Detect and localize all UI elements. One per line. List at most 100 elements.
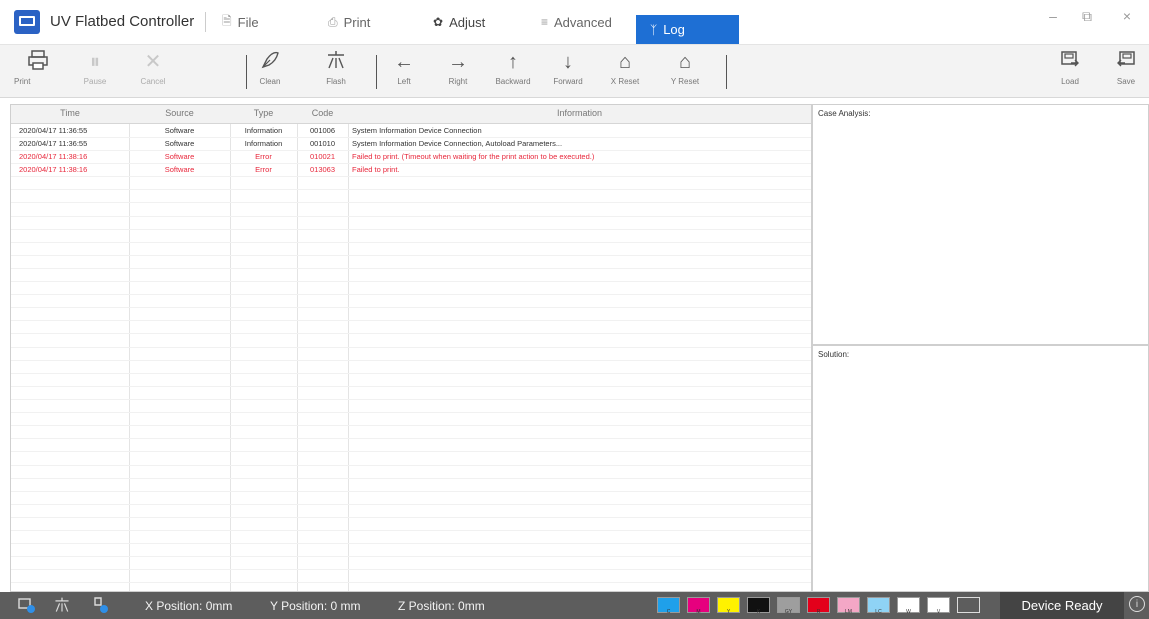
menu-adjust-label: Adjust <box>449 14 486 30</box>
cell-information: System Information Device Connection, Au… <box>352 139 563 148</box>
ink-swatch[interactable]: M <box>687 597 710 615</box>
log-icon: ᛉ <box>650 22 658 37</box>
home-x-icon: ⌂ <box>618 51 632 73</box>
print-button[interactable]: Print <box>14 49 60 95</box>
device-connected-icon[interactable] <box>18 596 36 618</box>
z-position-readout: Z Position: 0mm <box>398 599 485 613</box>
y-reset-button[interactable]: ⌂ Y Reset <box>663 49 707 95</box>
row-grid-line <box>11 438 811 439</box>
right-button[interactable]: → Right <box>436 49 480 95</box>
cell-time: 2020/04/17 11:38:16 <box>19 165 88 174</box>
status-bar: X Position: 0mm Y Position: 0 mm Z Posit… <box>0 592 1149 619</box>
cell-information: System Information Device Connection <box>352 126 482 135</box>
arrow-right-icon: → <box>448 51 468 73</box>
ink-swatch[interactable] <box>957 597 980 613</box>
flash-label: Flash <box>326 77 346 86</box>
menu-print[interactable]: ⎙ Print <box>328 12 370 32</box>
table-row[interactable]: 2020/04/17 11:38:16 Software Error 01002… <box>11 150 811 163</box>
x-reset-button[interactable]: ⌂ X Reset <box>603 49 647 95</box>
column-header-code[interactable]: Code <box>297 108 348 118</box>
ink-swatch[interactable]: LC <box>867 597 890 615</box>
toolbar-divider <box>246 55 247 89</box>
save-label: Save <box>1116 77 1136 86</box>
case-analysis-label: Case Analysis: <box>818 109 871 118</box>
log-table[interactable]: Time Source Type Code Information 2020/0… <box>10 104 812 592</box>
toolbar-divider <box>376 55 377 89</box>
forward-button[interactable]: ↓ Forward <box>546 49 590 95</box>
ink-swatch[interactable]: C <box>657 597 680 615</box>
row-grid-line <box>11 202 811 203</box>
info-icon[interactable]: i <box>1129 596 1145 612</box>
ink-label: R <box>816 609 821 615</box>
minimize-button[interactable]: – <box>1041 8 1065 28</box>
row-grid-line <box>11 569 811 570</box>
menu-adjust[interactable]: ✿ Adjust <box>433 12 485 32</box>
toolbar: Print ⏸ Pause ✕ Cancel Clean Flash ← Lef… <box>0 45 1149 98</box>
backward-button[interactable]: ↑ Backward <box>491 49 535 95</box>
row-grid-line <box>11 150 811 151</box>
app-logo-icon <box>14 10 40 34</box>
table-row[interactable]: 2020/04/17 11:36:55 Software Information… <box>11 124 811 137</box>
row-grid-line <box>11 281 811 282</box>
row-grid-line <box>11 517 811 518</box>
clean-button[interactable]: Clean <box>248 49 292 95</box>
case-analysis-panel[interactable]: Case Analysis: <box>812 104 1149 345</box>
cell-time: 2020/04/17 11:36:55 <box>19 126 88 135</box>
print-icon: ⎙ <box>328 14 338 29</box>
printer-icon <box>16 49 60 75</box>
row-grid-line <box>11 465 811 466</box>
ink-swatch[interactable]: V <box>927 597 950 615</box>
x-position-readout: X Position: 0mm <box>145 599 233 613</box>
save-icon <box>1104 49 1148 75</box>
ink-swatch[interactable]: Y <box>717 597 740 615</box>
column-header-source[interactable]: Source <box>129 108 230 118</box>
solution-panel[interactable]: Solution: <box>812 345 1149 592</box>
home-y-icon: ⌂ <box>678 51 692 73</box>
flash-status-icon[interactable] <box>53 596 71 618</box>
pause-button[interactable]: ⏸ Pause <box>73 49 117 95</box>
row-grid-line <box>11 360 811 361</box>
row-grid-line <box>11 425 811 426</box>
save-button[interactable]: Save <box>1104 49 1148 95</box>
print-label: Print <box>14 77 31 86</box>
ink-swatch[interactable]: K <box>747 597 770 615</box>
restore-button[interactable]: ⧉ <box>1075 8 1099 28</box>
pause-icon: ⏸ <box>90 51 100 73</box>
clean-icon <box>248 49 292 75</box>
flash-button[interactable]: Flash <box>314 49 358 95</box>
load-button[interactable]: Load <box>1048 49 1092 95</box>
ink-label: GY <box>784 609 793 615</box>
cell-type: Error <box>255 152 272 161</box>
close-button[interactable]: × <box>1115 8 1139 28</box>
row-grid-line <box>11 386 811 387</box>
left-label: Left <box>397 77 411 86</box>
ink-swatch[interactable]: GY <box>777 597 800 615</box>
cell-code: 010021 <box>309 152 336 161</box>
ink-label: C <box>666 609 671 615</box>
row-grid-line <box>11 373 811 374</box>
row-grid-line <box>11 478 811 479</box>
menu-log[interactable]: ᛉ Log <box>636 15 739 44</box>
cell-type: Information <box>244 139 283 148</box>
forward-label: Forward <box>553 77 583 86</box>
table-row[interactable]: 2020/04/17 11:36:55 Software Information… <box>11 137 811 150</box>
load-icon <box>1048 49 1092 75</box>
cancel-label: Cancel <box>140 77 166 86</box>
left-button[interactable]: ← Left <box>382 49 426 95</box>
row-grid-line <box>11 504 811 505</box>
column-header-time[interactable]: Time <box>11 108 129 118</box>
ink-swatch[interactable]: LM <box>837 597 860 615</box>
cancel-button[interactable]: ✕ Cancel <box>131 49 175 95</box>
menu-advanced[interactable]: ≡ Advanced <box>541 12 612 32</box>
ink-swatch[interactable]: R <box>807 597 830 615</box>
table-row[interactable]: 2020/04/17 11:38:16 Software Error 01306… <box>11 163 811 176</box>
ink-swatch[interactable]: W <box>897 597 920 615</box>
title-divider <box>205 12 206 32</box>
column-header-information[interactable]: Information <box>348 108 811 118</box>
row-grid-line <box>11 530 811 531</box>
lamp-status-icon[interactable] <box>92 596 110 618</box>
column-header-type[interactable]: Type <box>230 108 297 118</box>
menu-advanced-label: Advanced <box>554 14 612 30</box>
column-divider <box>348 105 349 591</box>
menu-file[interactable]: 🗎 File <box>222 12 259 32</box>
